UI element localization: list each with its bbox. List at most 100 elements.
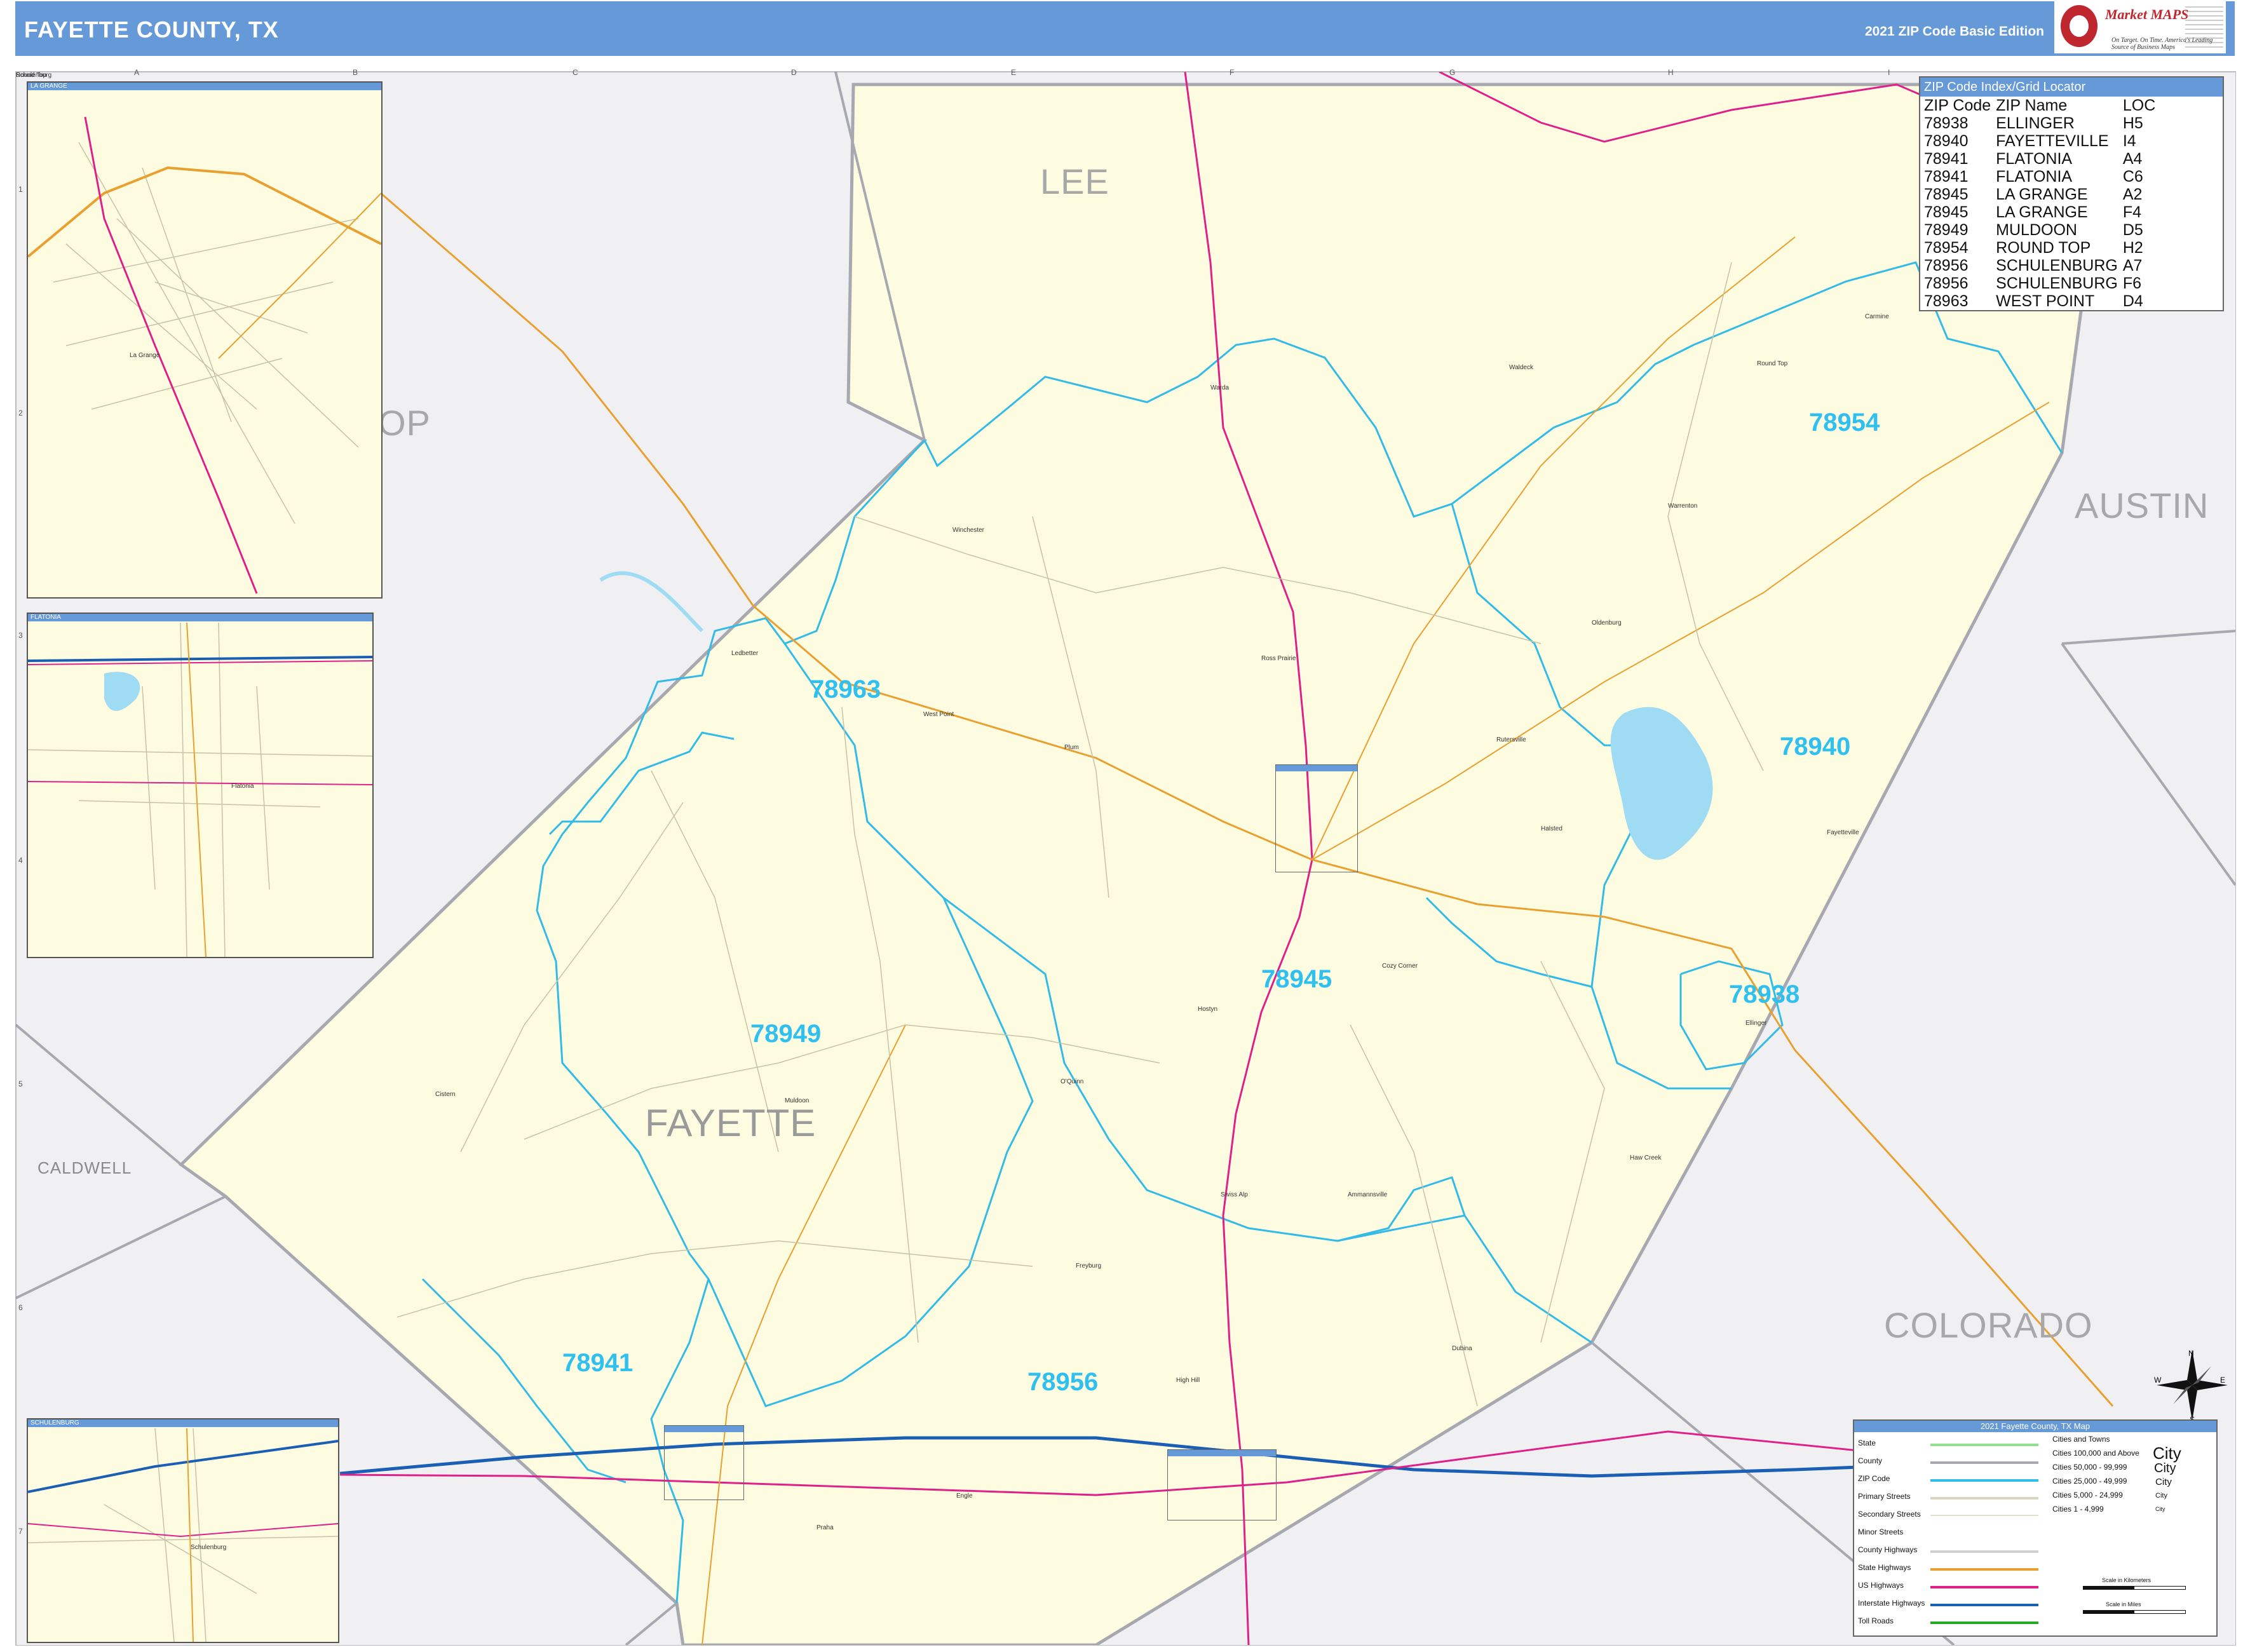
marketmaps-logo[interactable]: Market MAPS On Target. On Time. America'… bbox=[2054, 1, 2226, 53]
town-label: Plum bbox=[1064, 744, 1079, 751]
zip-label-78954: 78954 bbox=[1809, 409, 1880, 437]
name-cell: ELLINGER bbox=[1996, 114, 2075, 132]
zip-cell: 78945 bbox=[1924, 203, 1969, 221]
inset-title: FLATONIA bbox=[28, 614, 372, 621]
table-row[interactable]: 78945 LA GRANGE F4 bbox=[1921, 203, 2158, 221]
zip-index-header-row: ZIP Code ZIP Name LOC bbox=[1921, 97, 2158, 114]
county-label-austin: AUSTIN bbox=[2075, 485, 2209, 525]
river bbox=[599, 571, 704, 633]
town-label: Rutersville bbox=[1496, 736, 1526, 743]
grid-col-c: C bbox=[573, 68, 578, 77]
inset-title: LA GRANGE bbox=[28, 83, 381, 90]
town-label: Engle bbox=[956, 1493, 973, 1500]
county-label-colorado: COLORADO bbox=[1884, 1305, 2093, 1345]
table-row[interactable]: 78940 FAYETTEVILLE I4 bbox=[1921, 132, 2158, 150]
legend-symbol-secondary bbox=[1930, 1515, 2038, 1516]
zip-cell: 78963 bbox=[1924, 292, 1969, 310]
legend-symbol-interstate bbox=[1930, 1604, 2038, 1606]
zip-index-table: ZIP Code Index/Grid Locator ZIP Code ZIP… bbox=[1919, 76, 2224, 311]
table-row[interactable]: 78938 ELLINGER H5 bbox=[1921, 114, 2158, 132]
loc-cell: H5 bbox=[2122, 114, 2143, 132]
name-cell: FLATONIA bbox=[1996, 168, 2073, 186]
table-row[interactable]: 78956 SCHULENBURG A7 bbox=[1921, 257, 2158, 274]
edition-label: 2021 ZIP Code Basic Edition bbox=[1864, 24, 2044, 39]
town-label: Praha bbox=[817, 1524, 834, 1531]
legend-label: County bbox=[1858, 1456, 1883, 1465]
table-row[interactable]: 78956 SCHULENBURG F6 bbox=[1921, 274, 2158, 292]
legend-city-class: Cities 1 - 4,999 bbox=[2052, 1505, 2104, 1513]
legend-label: County Highways bbox=[1858, 1545, 1918, 1554]
inset-map bbox=[28, 116, 381, 594]
county-label-bastrop: OP bbox=[378, 403, 431, 443]
zip-label-78938: 78938 bbox=[1729, 980, 1800, 1008]
table-row[interactable]: 78941 FLATONIA A4 bbox=[1921, 150, 2158, 168]
legend-scale-bar-mi bbox=[2083, 1610, 2186, 1614]
town-label: Ross Prairie bbox=[1261, 655, 1296, 662]
table-row[interactable]: 78954 ROUND TOP H2 bbox=[1921, 239, 2158, 257]
town-label: Warrenton bbox=[1668, 503, 1698, 510]
legend-city-sample: City bbox=[2155, 1477, 2172, 1487]
zip-cell: 78949 bbox=[1924, 221, 1969, 239]
table-row[interactable]: 78963 WEST POINT D4 bbox=[1921, 292, 2158, 310]
legend-cities-heading: Cities and Towns bbox=[2052, 1435, 2110, 1444]
county-label-lee: LEE bbox=[1040, 161, 1109, 201]
legend-symbol-state bbox=[1930, 1444, 2038, 1446]
legend-item-toll: Toll Roads bbox=[1858, 1616, 1894, 1627]
loc-cell: A4 bbox=[2122, 150, 2143, 168]
town-label: Warda bbox=[1210, 384, 1230, 391]
map-title: FAYETTE COUNTY, TX bbox=[24, 17, 279, 43]
compass-rose-icon: N E S W bbox=[2154, 1349, 2228, 1423]
town-label: Halsted bbox=[1541, 825, 1562, 832]
grid-row-6: 6 bbox=[18, 1303, 23, 1312]
grid-col-i: I bbox=[1888, 68, 1890, 77]
grid-col-a: A bbox=[134, 68, 140, 77]
la-grange-callout[interactable] bbox=[1275, 764, 1358, 872]
table-row[interactable]: 78945 LA GRANGE A2 bbox=[1921, 186, 2158, 203]
legend-item-state: State bbox=[1858, 1439, 1876, 1449]
legend-item-state-hwy: State Highways bbox=[1858, 1563, 1911, 1573]
legend-symbol-us-hwy bbox=[1930, 1586, 2038, 1588]
town-label: Ammannsville bbox=[1348, 1191, 1388, 1198]
zip-label-78949: 78949 bbox=[750, 1020, 822, 1048]
zip-index-title: ZIP Code Index/Grid Locator bbox=[1920, 78, 2223, 97]
flatonia-callout[interactable] bbox=[664, 1425, 744, 1500]
compass-e: E bbox=[2220, 1376, 2225, 1385]
legend-symbol-primary bbox=[1930, 1497, 2038, 1500]
zip-index-grid: ZIP Code ZIP Name LOC 78938 ELLINGER H5 78… bbox=[1921, 97, 2158, 310]
schulenburg-callout[interactable] bbox=[1167, 1449, 1277, 1520]
legend-item-county: County bbox=[1858, 1456, 1882, 1466]
grid-row-1: 1 bbox=[18, 185, 23, 194]
loc-cell: A2 bbox=[2122, 186, 2143, 203]
table-row[interactable]: 78949 MULDOON D5 bbox=[1921, 221, 2158, 239]
zip-cell: 78956 bbox=[1924, 257, 1969, 274]
table-row[interactable]: 78941 FLATONIA C6 bbox=[1921, 168, 2158, 186]
grid-col-h: H bbox=[1668, 68, 1674, 77]
legend-item-interstate: Interstate Highways bbox=[1858, 1599, 1925, 1609]
town-label: Round Top bbox=[1757, 360, 1788, 367]
zip-label-78963: 78963 bbox=[810, 675, 881, 703]
name-cell: MULDOON bbox=[1996, 221, 2077, 239]
logo-wordmark: Market MAPS bbox=[2105, 6, 2189, 22]
legend-scale-mi: Scale in Miles bbox=[2106, 1601, 2141, 1608]
zip-index-col-header: ZIP Name bbox=[1996, 97, 2068, 114]
zip-cell: 78938 bbox=[1924, 114, 1969, 132]
inset-schulenburg[interactable]: SCHULENBURG Schulenburg bbox=[27, 1418, 339, 1643]
legend-label: ZIP Code bbox=[1858, 1474, 1890, 1483]
inset-la-grange[interactable]: LA GRANGE La Grange bbox=[27, 81, 383, 599]
legend-label: State Highways bbox=[1858, 1563, 1911, 1572]
legend-item-primary: Primary Streets bbox=[1858, 1492, 1911, 1502]
legend-item-county-hwy: County Highways bbox=[1858, 1545, 1917, 1555]
zip-cell: 78941 bbox=[1924, 168, 1969, 186]
zip-cell: 78940 bbox=[1924, 132, 1969, 150]
zip-cell: 78945 bbox=[1924, 186, 1969, 203]
inset-map bbox=[28, 623, 372, 957]
inset-title: SCHULENBURG bbox=[28, 1419, 338, 1427]
map-legend: 2021 Fayette County, TX Map State County… bbox=[1853, 1419, 2218, 1637]
legend-label: Toll Roads bbox=[1858, 1616, 1894, 1625]
county-label-fayette: FAYETTE bbox=[645, 1102, 817, 1144]
town-label: Round Top bbox=[16, 72, 47, 79]
grid-row-7: 7 bbox=[18, 1527, 23, 1536]
legend-city-sample: City bbox=[2154, 1461, 2176, 1475]
loc-cell: H2 bbox=[2122, 239, 2143, 257]
inset-flatonia[interactable]: FLATONIA Flatonia bbox=[27, 613, 374, 958]
